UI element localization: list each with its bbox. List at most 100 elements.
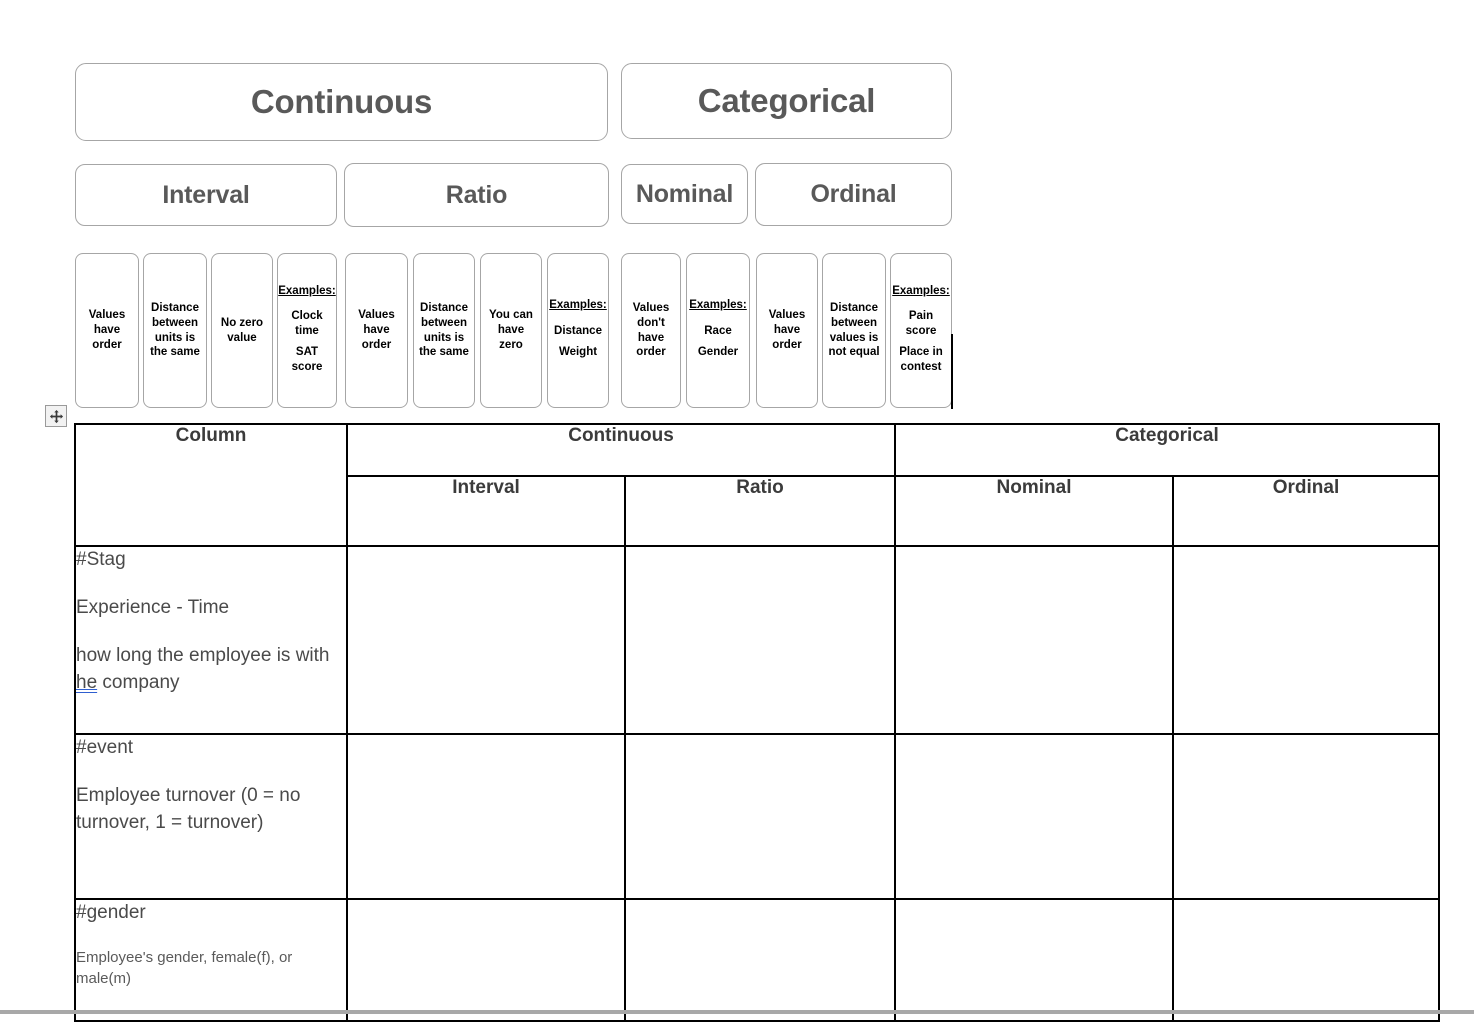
leaf-interval-distance[interactable]: Distance between units is the same	[143, 253, 207, 408]
cell-ordinal[interactable]	[1171, 733, 1441, 900]
examples-heading: Examples:	[689, 299, 747, 312]
cell-interval[interactable]	[346, 898, 626, 1022]
example-item: Gender	[697, 345, 739, 358]
row-name: #event	[76, 737, 134, 758]
leaf-line: between	[151, 316, 198, 329]
shape-ratio-label: Ratio	[445, 180, 508, 209]
leaf-line: have	[93, 324, 121, 337]
cell-ratio[interactable]	[624, 898, 896, 1022]
move-cross-icon	[49, 409, 63, 423]
header-ratio: Ratio	[624, 475, 896, 547]
leaf-nominal-no-order[interactable]: Values don't have order	[621, 253, 681, 408]
leaf-line: Values	[768, 309, 806, 322]
table-row: #gender Employee's gender, female(f), or…	[74, 898, 1441, 1022]
row-description-after: company	[97, 671, 180, 693]
row-label-cell-event[interactable]: #event Employee turnover (0 = no turnove…	[74, 733, 348, 900]
cell-nominal[interactable]	[894, 545, 1174, 735]
leaf-ordinal-distance[interactable]: Distance between values is not equal	[822, 253, 886, 408]
table-move-handle[interactable]	[45, 405, 67, 427]
leaf-line: Values	[632, 302, 670, 315]
leaf-line: zero	[499, 338, 523, 351]
leaf-line: values is	[829, 331, 879, 344]
page-bottom-divider	[0, 1010, 1474, 1014]
shape-continuous-label: Continuous	[250, 83, 433, 120]
header-ordinal: Ordinal	[1171, 475, 1441, 547]
cell-nominal[interactable]	[894, 898, 1174, 1022]
header-continuous: Continuous	[346, 423, 896, 477]
shape-categorical-label: Categorical	[697, 82, 876, 119]
header-column: Column	[74, 423, 348, 547]
leaf-line: order	[92, 338, 122, 351]
row-label-text: #Stag Experience - Time how long the emp…	[76, 547, 346, 697]
leaf-interval-order[interactable]: Values have order	[75, 253, 139, 408]
leaf-ratio-order[interactable]: Values have order	[345, 253, 408, 408]
leaf-line: units is	[154, 331, 196, 344]
leaf-line: have	[497, 324, 525, 337]
leaf-line: Values	[88, 309, 126, 322]
leaf-line: No zero	[220, 316, 264, 329]
data-types-diagram: Continuous Categorical Interval Ratio No…	[0, 0, 1474, 418]
leaf-line: order	[361, 338, 392, 351]
shape-ordinal[interactable]: Ordinal	[755, 163, 952, 226]
shape-nominal[interactable]: Nominal	[621, 164, 748, 224]
examples-heading: Examples:	[892, 284, 950, 297]
row-label-cell-gender[interactable]: #gender Employee's gender, female(f), or…	[74, 898, 348, 1022]
leaf-line: Distance	[830, 302, 878, 315]
cell-ratio[interactable]	[624, 545, 896, 735]
row-description: Employee turnover (0 = no turnover, 1 = …	[76, 784, 301, 833]
example-item: Pain score	[905, 310, 937, 338]
leaf-ordinal-examples[interactable]: Examples: Pain score Place in contest	[890, 253, 952, 408]
cell-nominal[interactable]	[894, 733, 1174, 900]
shape-interval[interactable]: Interval	[75, 164, 337, 226]
leaf-line: value	[227, 331, 257, 344]
leaf-interval-examples[interactable]: Examples: Clock time SAT score	[277, 253, 337, 408]
leaf-interval-no-zero[interactable]: No zero value	[211, 253, 273, 408]
leaf-ratio-distance[interactable]: Distance between units is the same	[413, 253, 475, 408]
shape-categorical[interactable]: Categorical	[621, 63, 952, 139]
row-name: #gender	[76, 902, 146, 923]
shape-continuous[interactable]: Continuous	[75, 63, 608, 141]
leaf-line: have	[363, 324, 390, 337]
leaf-line: units is	[423, 331, 465, 344]
leaf-line: Distance	[420, 302, 468, 315]
row-subtitle: Experience - Time	[76, 596, 230, 618]
table-row: #event Employee turnover (0 = no turnove…	[74, 733, 1441, 900]
leaf-line: order	[636, 346, 666, 359]
shape-ratio[interactable]: Ratio	[344, 163, 609, 227]
leaf-line: You can	[489, 309, 533, 322]
example-item: SAT score	[291, 345, 323, 373]
leaf-ratio-examples[interactable]: Examples: Distance Weight	[547, 253, 609, 408]
row-name: #Stag	[76, 549, 126, 570]
row-label-cell-stag[interactable]: #Stag Experience - Time how long the emp…	[74, 545, 348, 735]
cell-ordinal[interactable]	[1171, 545, 1441, 735]
row-label-text: #gender Employee's gender, female(f), or…	[76, 900, 346, 989]
header-categorical: Categorical	[893, 423, 1441, 477]
leaf-ordinal-order[interactable]: Values have order	[756, 253, 818, 408]
leaf-nominal-examples[interactable]: Examples: Race Gender	[686, 253, 750, 408]
leaf-line: between	[420, 316, 467, 329]
cell-interval[interactable]	[346, 733, 626, 900]
row-label-text: #event Employee turnover (0 = no turnove…	[76, 735, 346, 837]
text-cursor-caret	[951, 334, 953, 409]
leaf-line: between	[830, 316, 877, 329]
table-row: #Stag Experience - Time how long the emp…	[74, 545, 1441, 735]
cell-interval[interactable]	[346, 545, 626, 735]
classification-table-wrapper: Column Continuous Categorical Interval R…	[74, 423, 1441, 1022]
classification-table: Column Continuous Categorical Interval R…	[74, 423, 1441, 1022]
grammar-flagged-word[interactable]: he	[76, 672, 97, 693]
examples-heading: Examples:	[278, 284, 336, 297]
leaf-line: have	[773, 324, 801, 337]
row-description-before: how long the employee is with	[76, 644, 330, 666]
row-description: how long the employee is with he company	[76, 643, 346, 697]
example-item: Distance	[554, 325, 602, 338]
cell-ratio[interactable]	[624, 733, 896, 900]
leaf-line: have	[637, 331, 665, 344]
example-item: Clock time	[291, 310, 323, 338]
examples-heading: Examples:	[549, 299, 607, 312]
row-description: Employee's gender, female(f), or male(m)	[76, 948, 293, 987]
cell-ordinal[interactable]	[1171, 898, 1441, 1022]
leaf-line: not equal	[828, 346, 880, 359]
leaf-ratio-zero[interactable]: You can have zero	[480, 253, 542, 408]
header-interval: Interval	[346, 475, 626, 547]
table-header-row-top: Column Continuous Categorical	[74, 423, 1441, 547]
